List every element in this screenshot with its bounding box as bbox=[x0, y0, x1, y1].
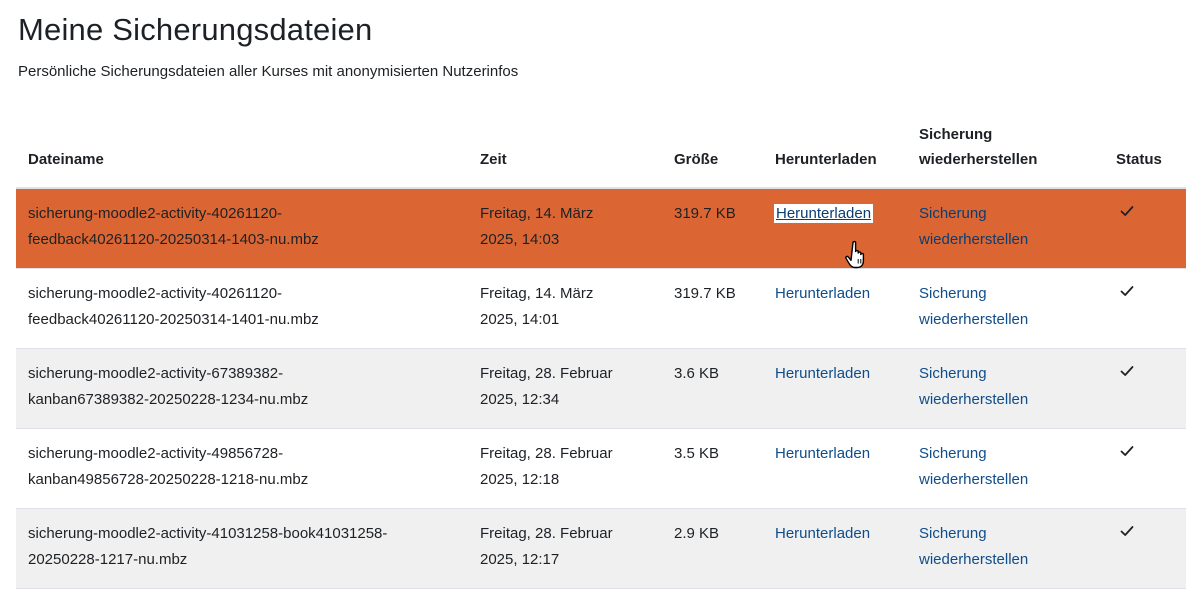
restore-line1: Sicherung bbox=[919, 205, 987, 222]
filename-line2: kanban49856728-20250228-1218-nu.mbz bbox=[28, 470, 309, 488]
restore-line2: wiederherstellen bbox=[919, 231, 1029, 248]
time-cell: Freitag, 14. März 2025, 14:03 bbox=[468, 188, 662, 269]
time-line1: Freitag, 14. März bbox=[480, 284, 594, 302]
restore-line2: wiederherstellen bbox=[919, 470, 1029, 488]
page-subtitle: Persönliche Sicherungsdateien aller Kurs… bbox=[18, 63, 519, 80]
filename-line2: 20250228-1217-nu.mbz bbox=[28, 550, 188, 568]
size-cell: 3.5 KB bbox=[662, 428, 763, 509]
restore-line2: wiederherstellen bbox=[919, 390, 1029, 408]
restore-cell: Sicherung wiederherstellen bbox=[907, 428, 1104, 509]
time-cell: Freitag, 28. Februar 2025, 12:34 bbox=[468, 348, 662, 429]
restore-line1: Sicherung bbox=[919, 284, 987, 302]
status-cell bbox=[1104, 348, 1186, 429]
size-cell: 2.9 KB bbox=[662, 508, 763, 589]
size-cell: 319.7 KB bbox=[662, 268, 763, 349]
status-cell bbox=[1104, 508, 1186, 589]
time-line1: Freitag, 28. Februar bbox=[480, 524, 613, 542]
status-cell bbox=[1104, 188, 1186, 269]
table-header-row: Dateiname Zeit Größe Herunterladen Siche… bbox=[16, 122, 1186, 189]
backup-files-page: Meine Sicherungsdateien Persönliche Sich… bbox=[0, 0, 1200, 611]
filename-line1: sicherung-moodle2-activity-40261120- bbox=[28, 205, 283, 222]
restore-link[interactable]: Sicherung wiederherstellen bbox=[919, 205, 1028, 248]
table-row: sicherung-moodle2-activity-67389382- kan… bbox=[16, 348, 1186, 429]
size-cell: 319.7 KB bbox=[662, 188, 763, 269]
restore-link[interactable]: Sicherung wiederherstellen bbox=[919, 365, 1028, 408]
check-icon bbox=[1120, 365, 1134, 376]
header-status: Status bbox=[1104, 122, 1186, 189]
page-title: Meine Sicherungsdateien bbox=[18, 12, 373, 47]
restore-cell: Sicherung wiederherstellen bbox=[907, 268, 1104, 349]
table-row: sicherung-moodle2-activity-41031258-book… bbox=[16, 508, 1186, 589]
filename-line2: feedback40261120-20250314-1403-nu.mbz bbox=[28, 231, 319, 248]
status-cell bbox=[1104, 428, 1186, 509]
filename-cell: sicherung-moodle2-activity-40261120- fee… bbox=[16, 268, 468, 349]
time-cell: Freitag, 28. Februar 2025, 12:18 bbox=[468, 428, 662, 509]
time-cell: Freitag, 14. März 2025, 14:01 bbox=[468, 268, 662, 349]
filename-line2: kanban67389382-20250228-1234-nu.mbz bbox=[28, 390, 309, 408]
check-icon bbox=[1120, 206, 1134, 216]
restore-link[interactable]: Sicherung wiederherstellen bbox=[919, 445, 1028, 488]
status-cell bbox=[1104, 268, 1186, 349]
restore-line1: Sicherung bbox=[919, 444, 987, 462]
download-cell: Herunterladen bbox=[763, 188, 907, 269]
restore-line2: wiederherstellen bbox=[919, 550, 1029, 568]
header-download: Herunterladen bbox=[763, 122, 907, 189]
time-line1: Freitag, 28. Februar bbox=[480, 444, 613, 462]
time-line2: 2025, 14:01 bbox=[480, 310, 560, 328]
restore-line1: Sicherung bbox=[919, 364, 987, 382]
check-icon bbox=[1120, 525, 1134, 536]
header-restore-line1: Sicherung bbox=[919, 126, 993, 143]
table-row: sicherung-moodle2-activity-49856728- kan… bbox=[16, 428, 1186, 509]
filename-line1: sicherung-moodle2-activity-41031258-book… bbox=[28, 524, 388, 542]
time-line2: 2025, 12:34 bbox=[480, 390, 560, 408]
download-link[interactable]: Herunterladen bbox=[775, 445, 870, 462]
header-size: Größe bbox=[662, 122, 763, 189]
header-restore: Sicherung wiederherstellen bbox=[907, 122, 1104, 189]
download-cell: Herunterladen bbox=[763, 428, 907, 509]
check-icon bbox=[1120, 285, 1134, 296]
restore-link[interactable]: Sicherung wiederherstellen bbox=[919, 525, 1028, 568]
time-cell: Freitag, 28. Februar 2025, 12:17 bbox=[468, 508, 662, 589]
download-link[interactable]: Herunterladen bbox=[775, 285, 870, 302]
filename-cell: sicherung-moodle2-activity-67389382- kan… bbox=[16, 348, 468, 429]
time-line1: Freitag, 28. Februar bbox=[480, 364, 613, 382]
filename-cell: sicherung-moodle2-activity-40261120- fee… bbox=[16, 188, 468, 269]
restore-cell: Sicherung wiederherstellen bbox=[907, 348, 1104, 429]
download-cell: Herunterladen bbox=[763, 268, 907, 349]
header-filename: Dateiname bbox=[16, 122, 468, 189]
table-row: sicherung-moodle2-activity-40261120- fee… bbox=[16, 188, 1186, 269]
header-restore-line2: wiederherstellen bbox=[919, 151, 1038, 168]
filename-line1: sicherung-moodle2-activity-49856728- bbox=[28, 444, 284, 462]
download-link[interactable]: Herunterladen bbox=[775, 205, 873, 222]
filename-line1: sicherung-moodle2-activity-40261120- bbox=[28, 284, 283, 302]
download-link[interactable]: Herunterladen bbox=[775, 365, 870, 382]
download-link[interactable]: Herunterladen bbox=[775, 525, 870, 542]
filename-line2: feedback40261120-20250314-1401-nu.mbz bbox=[28, 310, 319, 328]
table-row: sicherung-moodle2-activity-40261120- fee… bbox=[16, 268, 1186, 349]
check-icon bbox=[1120, 445, 1134, 456]
download-cell: Herunterladen bbox=[763, 508, 907, 589]
restore-cell: Sicherung wiederherstellen bbox=[907, 508, 1104, 589]
header-time: Zeit bbox=[468, 122, 662, 189]
restore-cell: Sicherung wiederherstellen bbox=[907, 188, 1104, 269]
restore-link[interactable]: Sicherung wiederherstellen bbox=[919, 285, 1028, 328]
download-cell: Herunterladen bbox=[763, 348, 907, 429]
restore-line1: Sicherung bbox=[919, 524, 987, 542]
size-cell: 3.6 KB bbox=[662, 348, 763, 429]
backup-files-table: Dateiname Zeit Größe Herunterladen Siche… bbox=[16, 122, 1186, 589]
restore-line2: wiederherstellen bbox=[919, 310, 1029, 328]
filename-cell: sicherung-moodle2-activity-41031258-book… bbox=[16, 508, 468, 589]
time-line2: 2025, 12:17 bbox=[480, 550, 560, 568]
filename-line1: sicherung-moodle2-activity-67389382- bbox=[28, 364, 284, 382]
filename-cell: sicherung-moodle2-activity-49856728- kan… bbox=[16, 428, 468, 509]
time-line2: 2025, 12:18 bbox=[480, 470, 560, 488]
time-line2: 2025, 14:03 bbox=[480, 231, 560, 248]
time-line1: Freitag, 14. März bbox=[480, 205, 594, 222]
